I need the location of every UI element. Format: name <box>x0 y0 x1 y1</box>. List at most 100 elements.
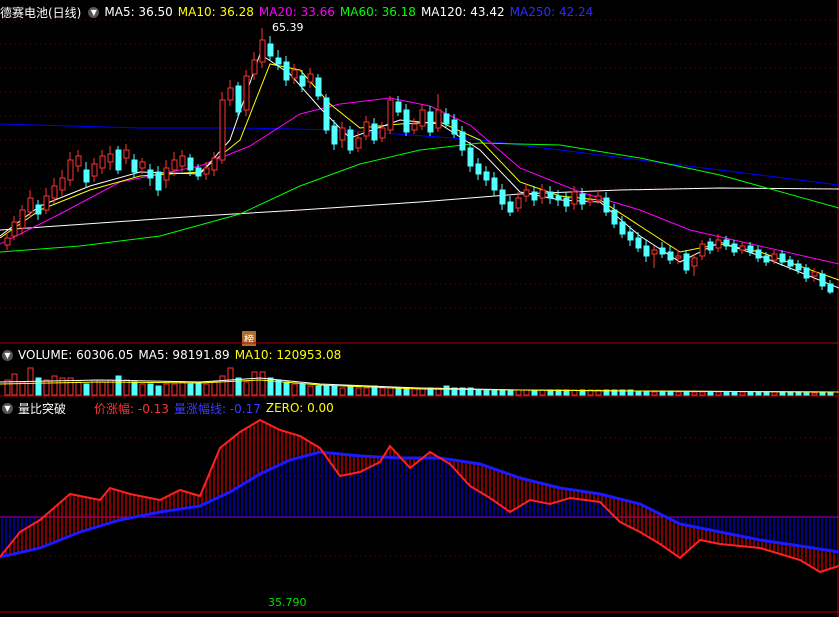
candle-body <box>411 123 418 131</box>
candle-body <box>547 191 554 199</box>
main-chart-header: 德赛电池(日线) ▼ MA5: 36.50 MA10: 36.28 MA20: … <box>0 3 598 21</box>
volume-bar <box>683 391 690 396</box>
volume-bar <box>339 387 346 396</box>
kline-chart-canvas[interactable] <box>0 0 839 617</box>
volume-bar <box>387 387 394 396</box>
candle-body <box>11 221 18 237</box>
volume-bar <box>827 392 834 396</box>
candle-body <box>827 283 834 293</box>
volume-bar <box>115 375 122 396</box>
candle-body <box>675 255 682 259</box>
candle-body <box>723 239 730 247</box>
candle-body <box>355 137 362 149</box>
volume-bar <box>75 381 82 396</box>
candle-body <box>147 169 154 179</box>
chevron-down-icon[interactable]: ▼ <box>2 349 13 361</box>
chevron-down-icon[interactable]: ▼ <box>88 6 100 18</box>
volume-bar <box>99 381 106 396</box>
candle-body <box>307 73 314 83</box>
candle-body <box>475 163 482 175</box>
volume-bar <box>539 389 546 396</box>
volume-bar <box>355 387 362 396</box>
candle-body <box>491 177 498 191</box>
volume-bar <box>819 392 826 396</box>
ma250-value: MA250: 42.24 <box>509 5 594 19</box>
indicator-name[interactable]: 量比突破 <box>18 400 66 417</box>
candle-body <box>283 61 290 81</box>
candle-body <box>619 221 626 235</box>
candle-body <box>211 157 218 171</box>
candle-body <box>579 193 586 205</box>
indicator-header: ▼ 量比突破 价涨幅: -0.13 量涨幅线: -0.17 ZERO: 0.00 <box>0 399 339 417</box>
candle-body <box>403 109 410 133</box>
candle-body <box>315 77 322 97</box>
candle-body <box>515 197 522 209</box>
candle-body <box>531 191 538 201</box>
candle-body <box>483 171 490 181</box>
volume-bar <box>203 383 210 396</box>
candle-body <box>203 167 210 175</box>
volume-bar <box>771 391 778 396</box>
volume-bar <box>139 383 146 396</box>
volume-bar <box>211 381 218 396</box>
stock-title[interactable]: 德赛电池(日线) <box>0 4 81 21</box>
candle-body <box>179 155 186 167</box>
volume-bar <box>675 391 682 396</box>
candle-body <box>611 209 618 225</box>
candle-body <box>243 75 250 111</box>
candle-body <box>395 101 402 113</box>
volume-bar <box>635 391 642 396</box>
candle-body <box>811 271 818 277</box>
volume-bar <box>667 391 674 396</box>
candle-body <box>219 99 226 161</box>
candle-body <box>587 199 594 203</box>
candle-body <box>331 125 338 145</box>
volume-bar <box>659 391 666 396</box>
volume-bar <box>763 391 770 396</box>
candle-body <box>755 249 762 259</box>
volume-bar <box>515 389 522 396</box>
candle-body <box>227 87 234 101</box>
volume-bar <box>147 383 154 396</box>
candle-body <box>387 99 394 131</box>
candle-body <box>819 273 826 287</box>
volume-bar <box>787 391 794 396</box>
candle-body <box>43 195 50 211</box>
volume-bar <box>507 389 514 396</box>
candle-body <box>595 195 602 201</box>
volume-bar <box>219 375 226 396</box>
volume-bar <box>803 392 810 396</box>
candle-body <box>347 129 354 151</box>
chevron-down-icon[interactable]: ▼ <box>2 402 13 414</box>
volume-bar <box>331 385 338 396</box>
candle-body <box>123 149 130 159</box>
volume-ma5: MA5: 98191.89 <box>138 348 230 362</box>
candle-body <box>91 163 98 177</box>
volume-bar <box>395 387 402 396</box>
volume-bar <box>323 385 330 396</box>
candle-body <box>155 171 162 191</box>
candle-body <box>747 245 754 253</box>
volume-bar <box>699 391 706 396</box>
candle-body <box>339 127 346 141</box>
candle-body <box>555 195 562 201</box>
candle-body <box>715 239 722 249</box>
ma120-line <box>0 187 839 231</box>
volume-bar <box>523 389 530 396</box>
volume-bar <box>43 379 50 396</box>
volume-bar <box>307 385 314 396</box>
candle-body <box>763 255 770 263</box>
ma10-value: MA10: 36.28 <box>177 5 254 19</box>
ma20-value: MA20: 33.66 <box>258 5 335 19</box>
candle-body <box>59 177 66 191</box>
volume-bar <box>651 391 658 396</box>
zero-value: ZERO: 0.00 <box>265 401 334 415</box>
candle-body <box>667 251 674 261</box>
volume-bar <box>779 391 786 396</box>
candle-body <box>187 157 194 171</box>
candle-body <box>267 43 274 57</box>
candle-body <box>251 59 258 75</box>
ma120-value: MA120: 43.42 <box>420 5 505 19</box>
candle-body <box>467 147 474 167</box>
candle-body <box>107 153 114 163</box>
